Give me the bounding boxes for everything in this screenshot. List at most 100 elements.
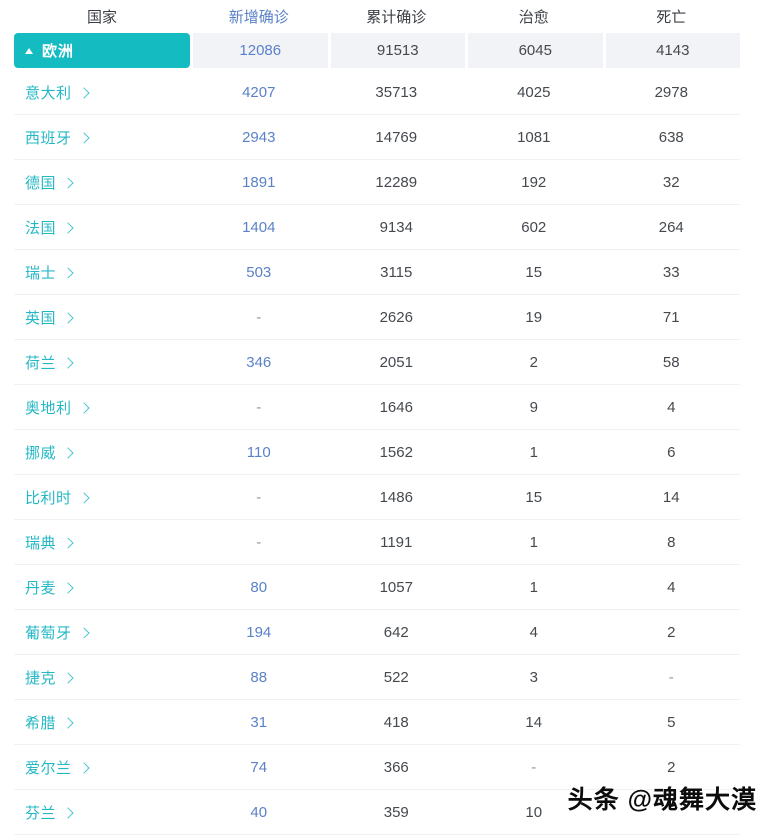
deaths-value: 71 <box>662 308 680 326</box>
cured-value: 1 <box>529 533 538 551</box>
country-name: 奥地利 <box>25 399 72 417</box>
table-row[interactable]: 西班牙 2943 14769 1081 638 <box>14 115 740 160</box>
cured-value: 4025 <box>517 83 551 101</box>
header-cured[interactable]: 治愈 <box>465 6 603 27</box>
new-confirmed-value: 1891 <box>242 173 276 191</box>
new-confirmed-value: 503 <box>246 263 272 281</box>
chevron-right-icon <box>77 491 90 504</box>
total-confirmed-value: 359 <box>383 803 409 821</box>
table-row[interactable]: 爱尔兰 74 366 - 2 <box>14 745 740 790</box>
country-name: 希腊 <box>25 714 57 732</box>
country-cell: 芬兰 <box>14 802 190 823</box>
table-row[interactable]: 英国 - 2626 19 71 <box>14 295 740 340</box>
country-cell: 西班牙 <box>14 127 190 148</box>
country-name: 德国 <box>25 174 57 192</box>
chevron-right-icon <box>62 221 74 234</box>
table-row[interactable]: 德国 1891 12289 192 32 <box>14 160 740 205</box>
table-row[interactable]: 挪威 110 1562 1 6 <box>14 430 740 475</box>
new-confirmed-value: 31 <box>250 713 268 731</box>
cured-value: 15 <box>525 488 543 506</box>
deaths-value: 2 <box>667 623 676 641</box>
total-confirmed-value: 3115 <box>380 263 413 281</box>
cured-value: 4 <box>529 623 538 641</box>
table-row[interactable]: 瑞士 503 3115 15 33 <box>14 250 740 295</box>
group-toggle-europe[interactable]: 欧洲 <box>14 33 190 68</box>
cured-value: 10 <box>525 803 543 821</box>
table-row[interactable]: 丹麦 80 1057 1 4 <box>14 565 740 610</box>
new-confirmed-value: 80 <box>250 578 268 596</box>
total-confirmed-value: 14769 <box>375 128 418 146</box>
country-cell: 意大利 <box>14 82 190 103</box>
deaths-value: 2978 <box>654 83 688 101</box>
country-name: 瑞典 <box>25 534 57 552</box>
cured-value: 15 <box>525 263 543 281</box>
table-row[interactable]: 葡萄牙 194 642 4 2 <box>14 610 740 655</box>
cured-value: - <box>531 758 537 776</box>
cured-value: 1081 <box>517 128 551 146</box>
table-row[interactable]: 比利时 - 1486 15 14 <box>14 475 740 520</box>
table-row[interactable]: 意大利 4207 35713 4025 2978 <box>14 70 740 115</box>
deaths-value: 4 <box>667 578 676 596</box>
country-cell: 法国 <box>14 217 190 238</box>
group-cured-value: 6045 <box>468 33 603 68</box>
cured-value: 19 <box>525 308 543 326</box>
cured-value: 192 <box>521 173 547 191</box>
triangle-up-icon <box>25 47 33 54</box>
chevron-right-icon <box>62 266 74 279</box>
country-name: 法国 <box>25 219 57 237</box>
total-confirmed-value: 1057 <box>379 578 413 596</box>
chevron-right-icon <box>62 176 74 189</box>
country-cell: 葡萄牙 <box>14 622 190 643</box>
country-cell: 希腊 <box>14 712 190 733</box>
group-total-confirmed-value: 91513 <box>330 33 465 68</box>
cured-value: 1 <box>529 443 538 461</box>
total-confirmed-value: 418 <box>383 713 409 731</box>
new-confirmed-value: 2943 <box>242 128 276 146</box>
header-deaths[interactable]: 死亡 <box>603 6 741 27</box>
country-cell: 爱尔兰 <box>14 757 190 778</box>
table-row[interactable]: 捷克 88 522 3 - <box>14 655 740 700</box>
header-total-confirmed[interactable]: 累计确诊 <box>328 6 466 27</box>
group-row-europe: 欧洲 12086 91513 6045 4143 <box>14 33 740 68</box>
country-name: 爱尔兰 <box>25 759 72 777</box>
table-row[interactable]: 法国 1404 9134 602 264 <box>14 205 740 250</box>
chevron-right-icon <box>62 671 74 684</box>
cured-value: 14 <box>525 713 543 731</box>
country-cell: 英国 <box>14 307 190 328</box>
new-confirmed-value: 88 <box>250 668 268 686</box>
deaths-value: - <box>668 668 674 686</box>
table-row[interactable]: 芬兰 40 359 10 <box>14 790 740 835</box>
total-confirmed-value: 1191 <box>380 533 413 551</box>
cured-value: 1 <box>529 578 538 596</box>
total-confirmed-value: 1486 <box>379 488 413 506</box>
chevron-right-icon <box>62 311 74 324</box>
total-confirmed-value: 2626 <box>379 308 413 326</box>
chevron-right-icon <box>77 86 90 99</box>
country-name: 荷兰 <box>25 354 57 372</box>
new-confirmed-value: - <box>256 398 262 416</box>
country-name: 捷克 <box>25 669 57 687</box>
country-name: 葡萄牙 <box>25 624 72 642</box>
deaths-value: 6 <box>667 443 676 461</box>
table-row[interactable]: 瑞典 - 1191 1 8 <box>14 520 740 565</box>
chevron-right-icon <box>62 581 74 594</box>
cured-value: 602 <box>521 218 547 236</box>
country-name: 意大利 <box>25 84 72 102</box>
country-name: 英国 <box>25 309 57 327</box>
header-new-confirmed[interactable]: 新增确诊 <box>190 6 328 27</box>
table-row[interactable]: 希腊 31 418 14 5 <box>14 700 740 745</box>
table-header-row: 国家 新增确诊 累计确诊 治愈 死亡 <box>14 0 740 33</box>
total-confirmed-value: 1562 <box>379 443 413 461</box>
country-cell: 荷兰 <box>14 352 190 373</box>
table-row[interactable]: 荷兰 346 2051 2 58 <box>14 340 740 385</box>
new-confirmed-value: 74 <box>250 758 268 776</box>
table-body: 意大利 4207 35713 4025 2978 西班牙 2943 14769 … <box>14 70 740 835</box>
total-confirmed-value: 366 <box>383 758 409 776</box>
total-confirmed-value: 12289 <box>375 173 418 191</box>
total-confirmed-value: 642 <box>383 623 409 641</box>
new-confirmed-value: 194 <box>246 623 272 641</box>
table-row[interactable]: 奥地利 - 1646 9 4 <box>14 385 740 430</box>
country-cell: 比利时 <box>14 487 190 508</box>
new-confirmed-value: 40 <box>250 803 268 821</box>
country-name: 挪威 <box>25 444 57 462</box>
